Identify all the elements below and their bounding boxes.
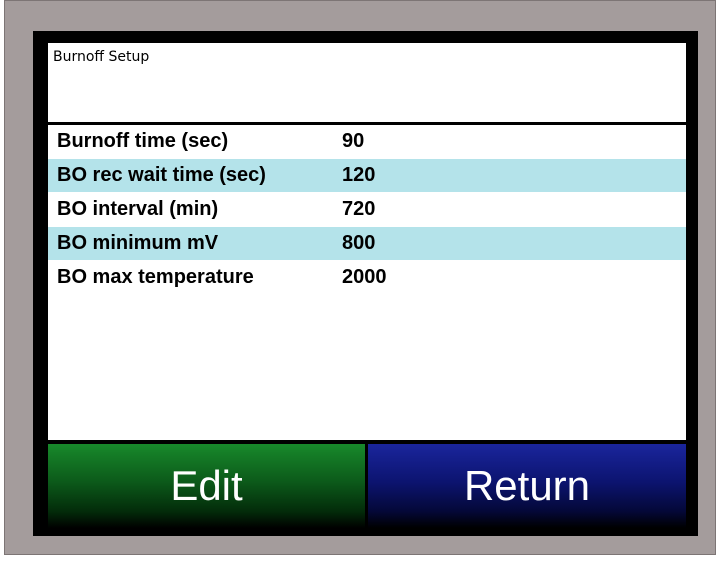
setting-row-burnoff-time[interactable]: Burnoff time (sec) 90 <box>48 125 686 158</box>
header-panel: Burnoff Setup <box>48 43 686 122</box>
setting-value: 2000 <box>342 266 387 288</box>
setting-label: BO rec wait time (sec) <box>57 164 266 186</box>
setting-label: Burnoff time (sec) <box>57 130 229 152</box>
setting-row-bo-rec-wait-time[interactable]: BO rec wait time (sec) 120 <box>48 159 686 192</box>
setting-row-bo-interval[interactable]: BO interval (min) 720 <box>48 193 686 226</box>
setting-value: 800 <box>342 232 376 254</box>
setting-label: BO interval (min) <box>57 198 219 220</box>
setting-row-bo-max-temperature[interactable]: BO max temperature 2000 <box>48 261 686 294</box>
setting-label: BO max temperature <box>57 266 254 288</box>
setting-value: 120 <box>342 164 376 186</box>
setting-row-bo-minimum-mv[interactable]: BO minimum mV 800 <box>48 227 686 260</box>
return-button[interactable]: Return <box>368 444 686 528</box>
setting-label: BO minimum mV <box>57 232 219 254</box>
setting-value: 90 <box>342 130 365 152</box>
edit-button[interactable]: Edit <box>48 444 365 528</box>
setting-value: 720 <box>342 198 376 220</box>
page-title: Burnoff Setup <box>53 49 150 65</box>
settings-list: Burnoff time (sec) 90 BO rec wait time (… <box>48 125 686 440</box>
